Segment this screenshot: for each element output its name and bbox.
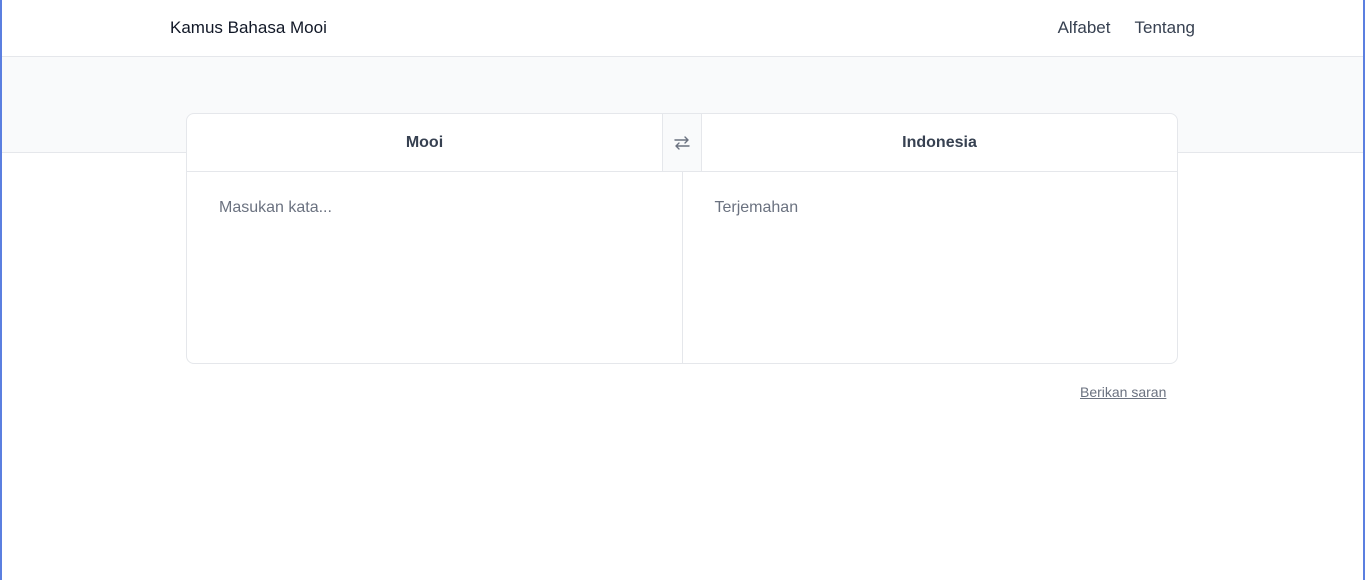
source-language-button[interactable]: Mooi [187, 114, 662, 171]
nav-link-alfabet[interactable]: Alfabet [1058, 18, 1111, 38]
word-input[interactable] [219, 199, 650, 337]
translator-card: Mooi Indonesia Terjemahan [186, 113, 1178, 364]
swap-languages-button[interactable] [662, 114, 702, 171]
translation-panes: Terjemahan [187, 172, 1178, 363]
target-pane: Terjemahan [683, 172, 1178, 363]
nav-menu: Alfabet Tentang [1058, 18, 1195, 38]
site-title[interactable]: Kamus Bahasa Mooi [170, 18, 327, 38]
suggest-feedback-link[interactable]: Berikan saran [1080, 384, 1166, 400]
source-pane [187, 172, 683, 363]
top-navbar: Kamus Bahasa Mooi Alfabet Tentang [2, 0, 1363, 57]
swap-arrows-icon [674, 135, 690, 150]
target-language-button[interactable]: Indonesia [702, 114, 1177, 171]
language-bar: Mooi Indonesia [187, 114, 1177, 172]
translation-output: Terjemahan [714, 199, 799, 216]
nav-link-tentang[interactable]: Tentang [1135, 18, 1196, 38]
